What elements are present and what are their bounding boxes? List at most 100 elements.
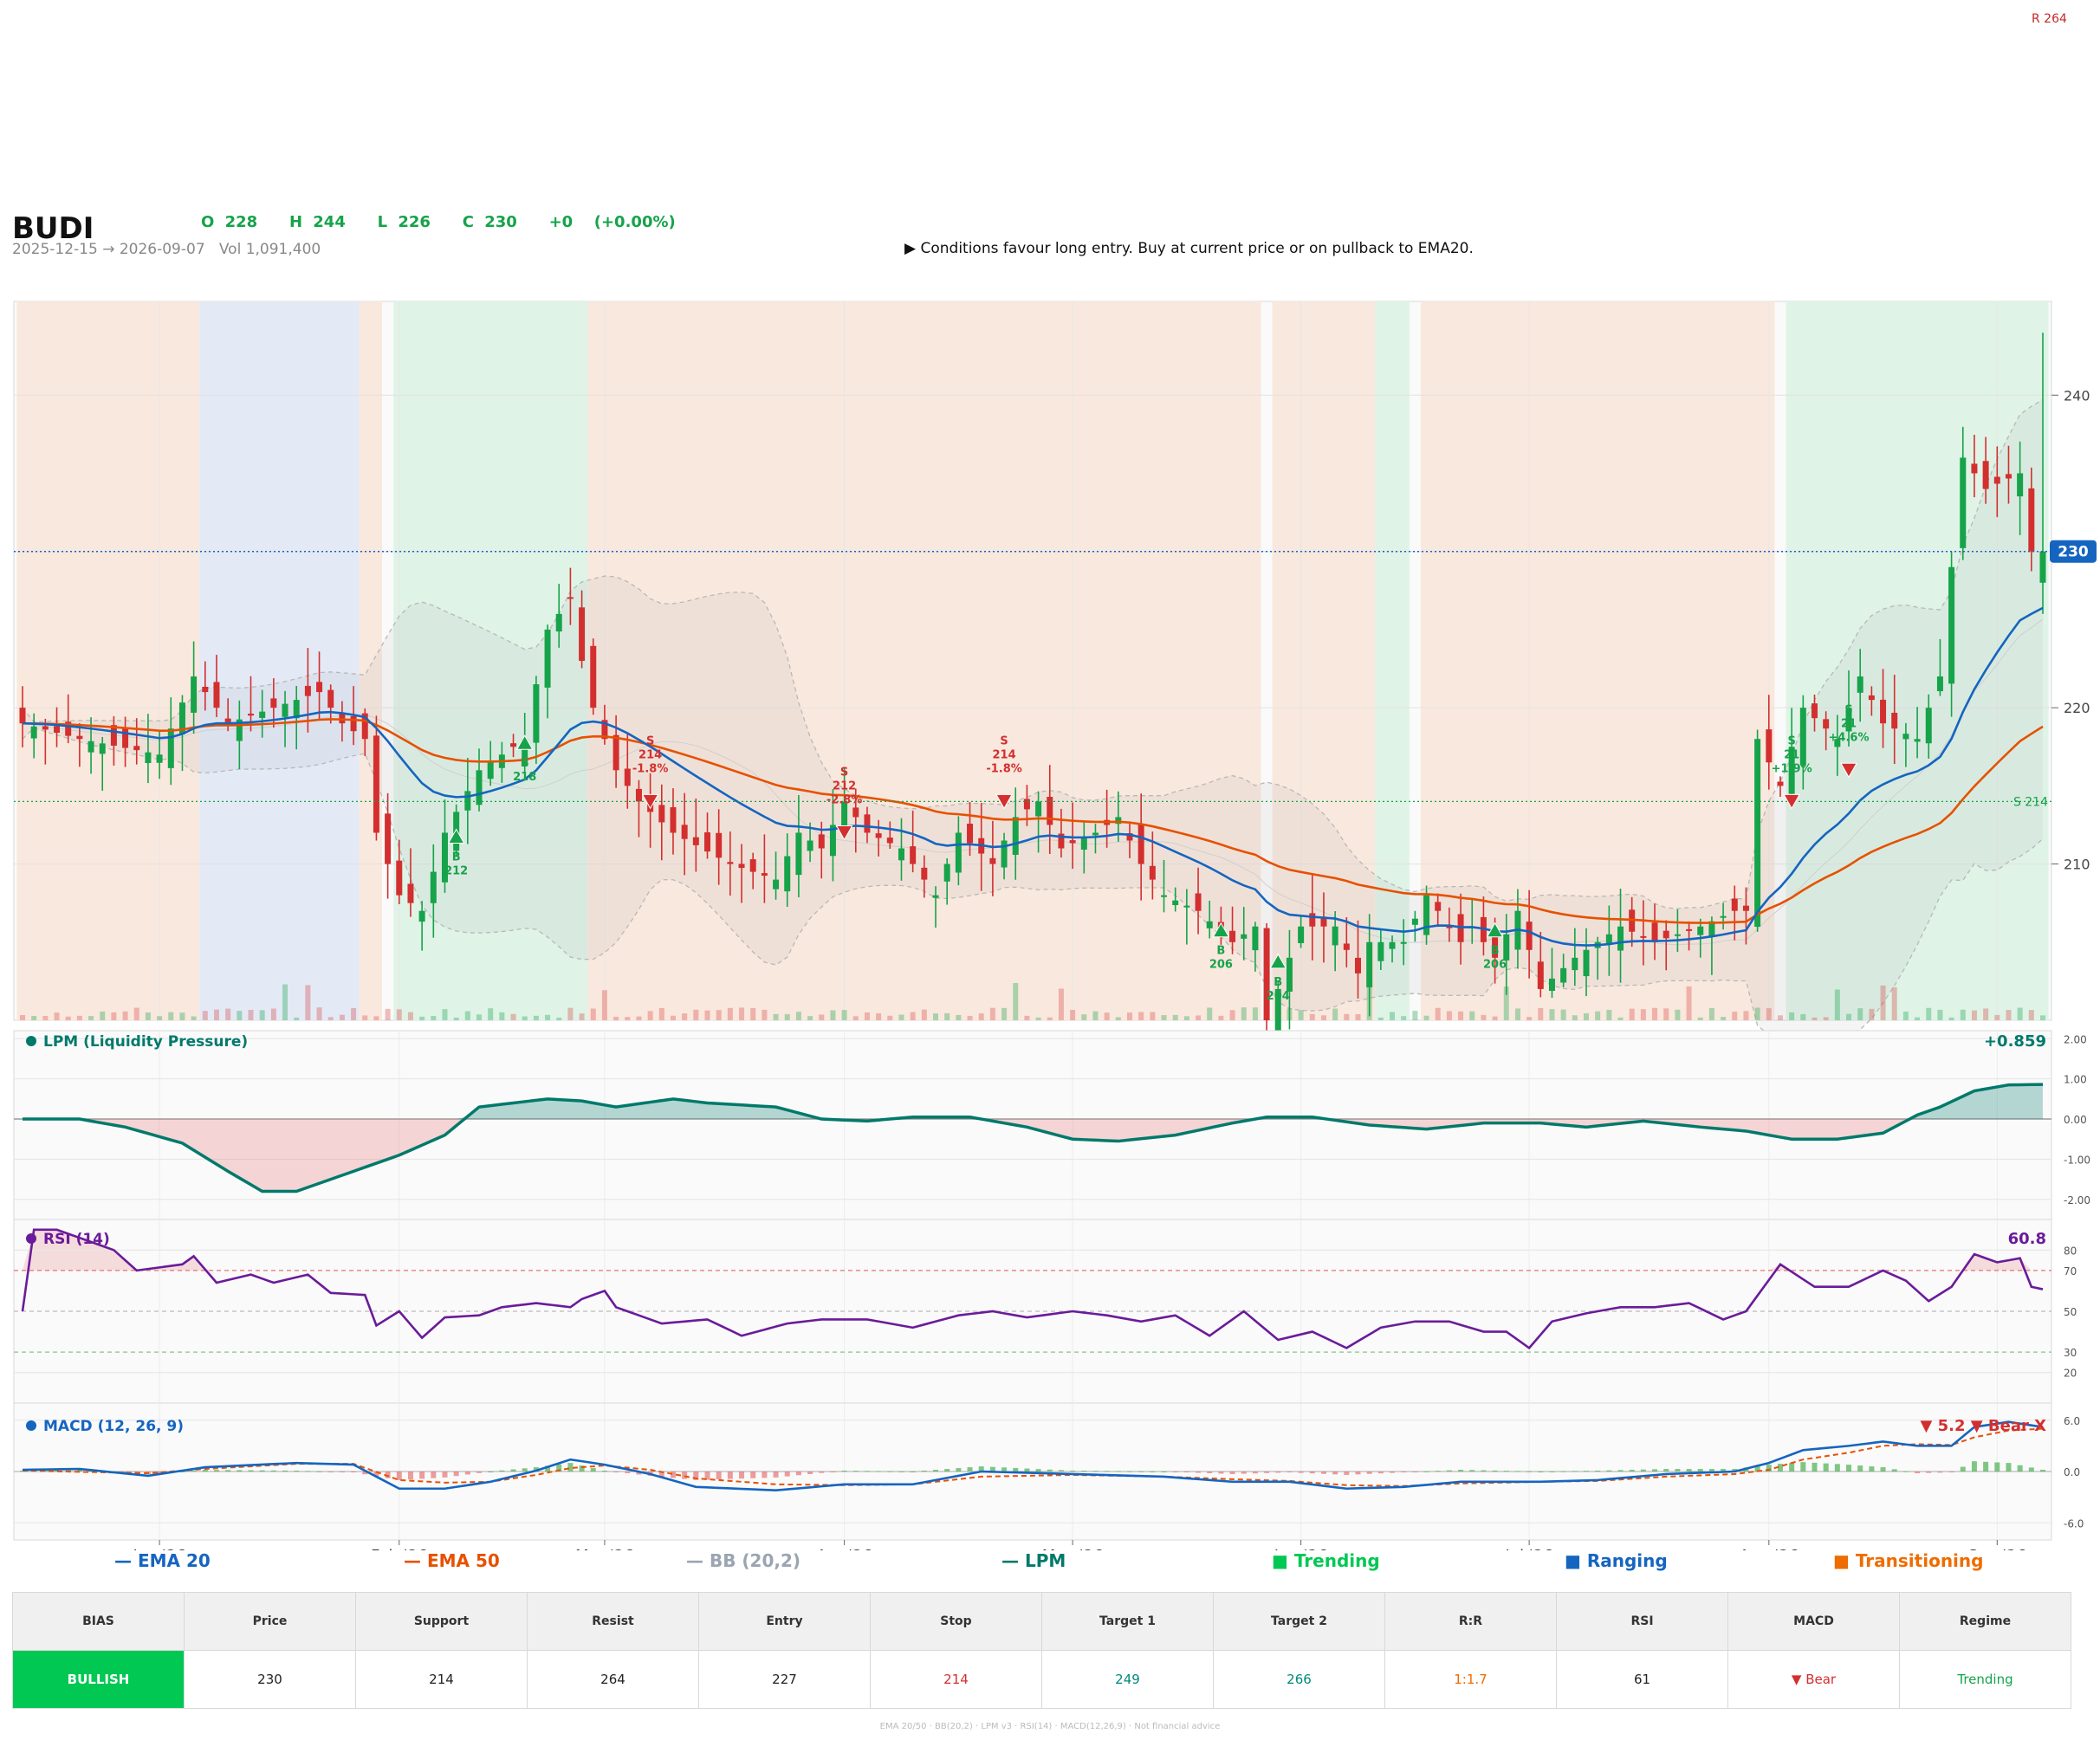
macd-histogram-bar [841, 1471, 847, 1472]
volume-bar [1834, 989, 1840, 1020]
volume-bar [956, 1014, 962, 1020]
candle-body [1617, 926, 1624, 951]
volume-bar [431, 1016, 437, 1020]
volume-bar [476, 1014, 483, 1020]
candle-body [1503, 934, 1510, 961]
volume-bar [1412, 1011, 1418, 1020]
candle-body [1823, 719, 1830, 729]
sell-signal-price: 21 [1784, 748, 1799, 761]
volume-bar [704, 1010, 710, 1020]
volume-bar [1595, 1011, 1601, 1020]
macd-histogram-bar [1081, 1471, 1087, 1472]
macd-histogram-bar [864, 1471, 870, 1472]
volume-bar [1241, 1007, 1247, 1020]
macd-histogram-bar [2028, 1467, 2034, 1472]
macd-histogram-bar [773, 1472, 779, 1478]
macd-histogram-bar [1469, 1470, 1475, 1472]
summary-value-entry: 227 [698, 1650, 871, 1709]
macd-histogram-bar [1092, 1471, 1099, 1472]
candle-body [955, 832, 962, 873]
volume-bar [1035, 1017, 1041, 1020]
macd-histogram-bar [933, 1470, 939, 1472]
volume-bar [225, 1008, 231, 1020]
buy-signal-price: 206 [1483, 959, 1507, 972]
candle-body [658, 805, 665, 823]
lpm-tick-label: -1.00 [2064, 1154, 2090, 1166]
volume-bar [1104, 1012, 1110, 1020]
chart-legend: — EMA 20— EMA 50— BB (20,2) — LPM ■ Trendi… [0, 1550, 2100, 1576]
candle-body [1754, 739, 1761, 928]
candle-body [1149, 865, 1156, 880]
buy-signal-price: 218 [513, 771, 536, 784]
candle-body [1161, 895, 1168, 897]
candle-body [1914, 739, 1921, 742]
candle-body [476, 770, 483, 805]
candle-body [202, 686, 209, 693]
macd-histogram-bar [1915, 1472, 1921, 1473]
volume-bar [65, 1016, 71, 1020]
macd-histogram-bar [1218, 1472, 1224, 1474]
volume-bar [1721, 1017, 1727, 1020]
candle-body [191, 676, 198, 713]
candle-body [1092, 832, 1099, 836]
rsi-tick-label: 20 [2064, 1368, 2077, 1380]
stock-chart: 210220230240S 214230B212B218S214-1.8%S21… [13, 301, 2097, 1550]
volume-bar [1446, 1011, 1452, 1020]
volume-bar [42, 1015, 49, 1020]
candle-body [248, 714, 255, 716]
candle-body [122, 728, 129, 748]
volume-bar [1355, 1014, 1361, 1020]
macd-histogram-bar [1492, 1470, 1498, 1472]
candle-body [2017, 473, 2024, 497]
macd-histogram-bar [1309, 1472, 1315, 1474]
volume-bar [1377, 1017, 1384, 1020]
macd-histogram-bar [1572, 1471, 1578, 1472]
candle-body [1183, 905, 1190, 908]
candle-body [1651, 922, 1658, 942]
candle-body [1548, 978, 1555, 992]
volume-bar [533, 1015, 539, 1020]
macd-histogram-bar [476, 1472, 483, 1473]
candle-body [1891, 712, 1898, 729]
candle-body [795, 832, 802, 876]
candle-body [30, 726, 37, 739]
candle-body [1229, 930, 1236, 942]
candle-body [1195, 893, 1202, 911]
candle-body [1252, 926, 1259, 951]
macd-histogram-bar [956, 1468, 962, 1472]
volume-bar [795, 1012, 801, 1020]
volume-bar [1812, 1017, 1818, 1020]
summary-header-regime: Regime [1899, 1592, 2071, 1651]
volume-bar [464, 1011, 470, 1020]
macd-histogram-bar [1697, 1469, 1703, 1472]
volume-bar [545, 1014, 551, 1020]
macd-histogram-bar [1298, 1472, 1304, 1473]
macd-histogram-bar [1595, 1471, 1601, 1472]
sell-signal-type: S [646, 734, 654, 747]
macd-histogram-bar [716, 1472, 722, 1480]
summary-value-rsi: 61 [1556, 1650, 1728, 1709]
candle-body [1537, 961, 1544, 989]
candle-body [635, 788, 642, 802]
legend-label: Transitioning [1855, 1550, 1984, 1571]
candle-body [1960, 457, 1967, 548]
rsi-tick-label: 30 [2064, 1347, 2077, 1359]
sell-signal-type: S [1000, 734, 1008, 747]
candle-body [1206, 921, 1213, 928]
macd-histogram-bar [1675, 1469, 1681, 1472]
summary-value-bias: BULLISH [12, 1650, 185, 1709]
macd-histogram-bar [1708, 1469, 1714, 1472]
macd-histogram-bar [1001, 1467, 1008, 1472]
volume-bar [20, 1014, 25, 1020]
volume-bar [1126, 1012, 1132, 1020]
candle-body [1366, 941, 1373, 987]
candle-body [533, 684, 540, 743]
macd-histogram-bar [1640, 1469, 1646, 1472]
candle-body [99, 743, 106, 754]
candle-body [989, 857, 996, 864]
macd-histogram-bar [601, 1471, 607, 1472]
macd-histogram-bar [1104, 1471, 1110, 1472]
volume-bar [1183, 1016, 1189, 1020]
volume-bar [1344, 1013, 1350, 1020]
summary-header-target-1: Target 1 [1041, 1592, 1214, 1651]
